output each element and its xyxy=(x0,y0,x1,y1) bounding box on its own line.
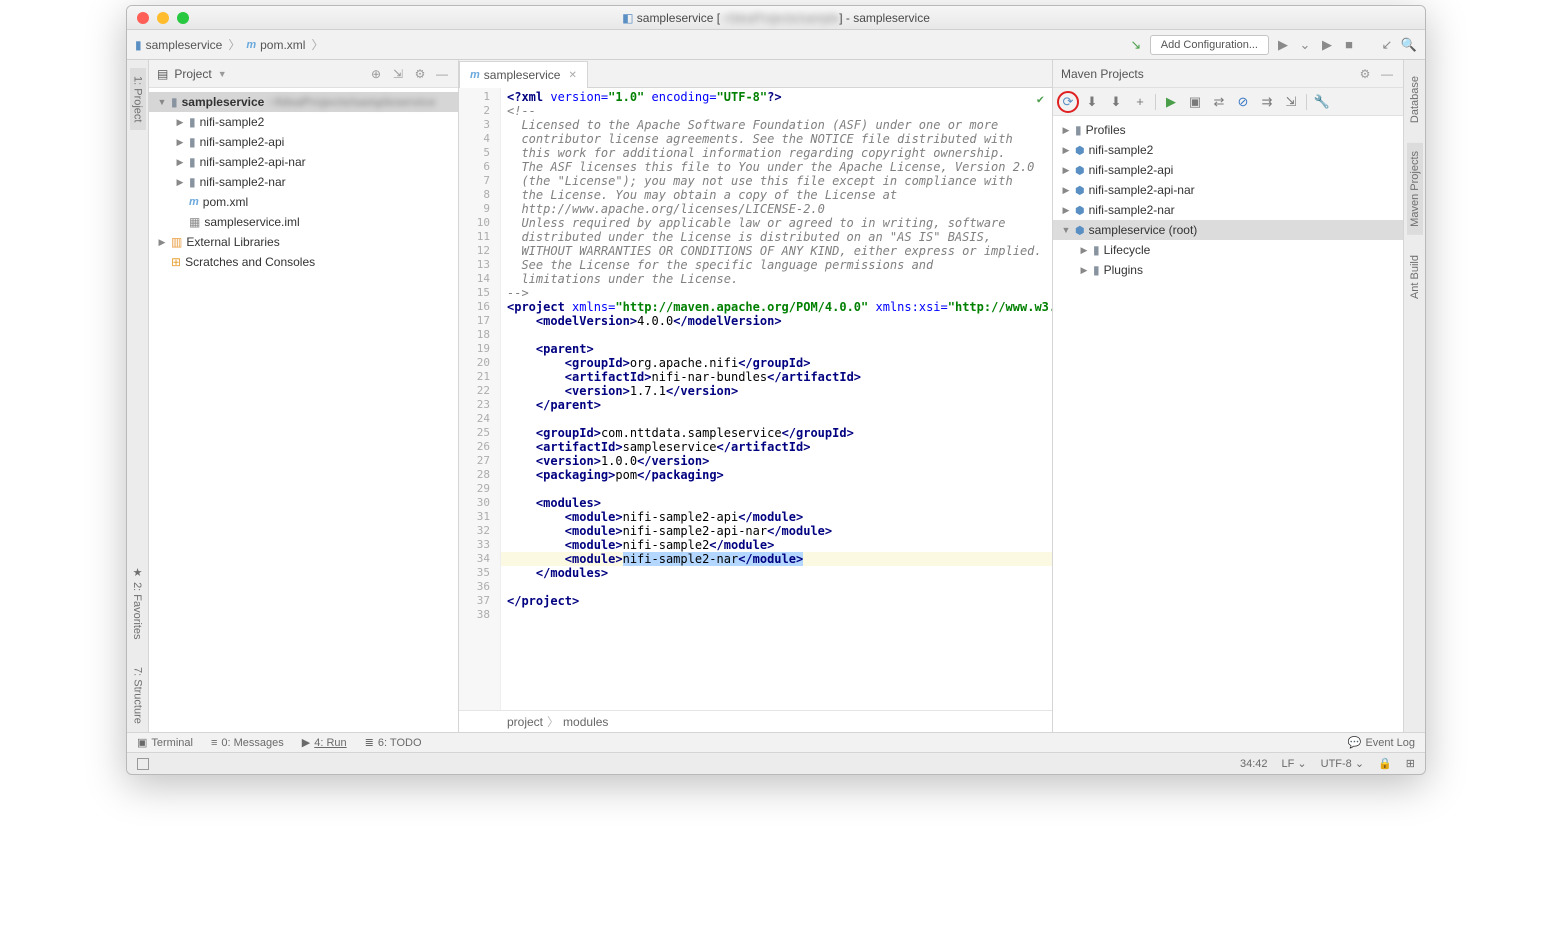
tool-window-bar: ▣ Terminal ≡ 0: Messages ▶ 4: Run ≣ 6: T… xyxy=(127,732,1425,752)
project-node[interactable]: ▶▮nifi-sample2 xyxy=(149,112,458,132)
project-node[interactable]: ▶▮nifi-sample2-api xyxy=(149,132,458,152)
status-icon[interactable] xyxy=(137,758,149,770)
maven-wrench-icon[interactable]: 🔧 xyxy=(1311,91,1333,113)
line-separator[interactable]: LF ⌄ xyxy=(1282,757,1307,770)
debug-icon[interactable]: ⌄ xyxy=(1297,37,1313,53)
maven-node[interactable]: ▶▮Profiles xyxy=(1053,120,1403,140)
maven-node[interactable]: ▶⬢nifi-sample2-api xyxy=(1053,160,1403,180)
hide-icon[interactable]: — xyxy=(434,67,450,81)
project-node[interactable]: mpom.xml xyxy=(149,192,458,212)
maven-node[interactable]: ▶▮Lifecycle xyxy=(1053,240,1403,260)
minimize-icon[interactable] xyxy=(157,12,169,24)
maven-header: Maven Projects xyxy=(1061,67,1144,81)
search-icon[interactable]: 🔍 xyxy=(1401,37,1417,53)
editor-tab[interactable]: msampleservice✕ xyxy=(459,61,588,88)
cursor-position[interactable]: 34:42 xyxy=(1240,758,1268,770)
project-node[interactable]: ▶▥External Libraries xyxy=(149,232,458,252)
messages-button[interactable]: ≡ 0: Messages xyxy=(211,737,284,749)
coverage-icon[interactable]: ▶ xyxy=(1319,37,1335,53)
run-icon[interactable]: ▶ xyxy=(1275,37,1291,53)
gutter-tab-structure[interactable]: 7: Structure xyxy=(130,659,146,732)
editor-breadcrumb[interactable]: project〉modules xyxy=(459,710,1052,732)
run-button[interactable]: ▶ 4: Run xyxy=(302,736,347,749)
gutter-tab-ant[interactable]: Ant Build xyxy=(1407,247,1423,307)
maven-pane: Maven Projects ⚙ — ⟳ ⬇ ⬇ + ▶ ▣ ⇄ ⊘ ⇉ ⇲ 🔧 xyxy=(1053,60,1403,732)
toggle-offline-icon[interactable]: ⇄ xyxy=(1208,91,1230,113)
project-node[interactable]: ▶▮nifi-sample2-api-nar xyxy=(149,152,458,172)
download-icon[interactable]: ⬇ xyxy=(1105,91,1127,113)
settings-icon[interactable]: ⚙ xyxy=(412,67,428,81)
inspection-ok-icon[interactable]: ✔ xyxy=(1037,92,1044,106)
status-bar: 34:42 LF ⌄ UTF-8 ⌄ 🔒 ⊞ xyxy=(127,752,1425,774)
collapse-icon[interactable]: ⇲ xyxy=(390,67,406,81)
maven-node[interactable]: ▼⬢sampleservice (root) xyxy=(1053,220,1403,240)
encoding[interactable]: UTF-8 ⌄ xyxy=(1321,757,1364,770)
gutter-tab-favorites[interactable]: ★ 2: Favorites xyxy=(129,558,146,648)
reimport-icon[interactable]: ⟳ xyxy=(1057,91,1079,113)
project-node[interactable]: ▶▮nifi-sample2-nar xyxy=(149,172,458,192)
window-title: ◧ sampleservice [~/IdeaProjects/sample] … xyxy=(127,11,1425,25)
code-editor[interactable]: 1234567891011121314151617181920212223242… xyxy=(459,88,1052,710)
event-log-button[interactable]: 💬 Event Log xyxy=(1348,736,1415,749)
gutter-tab-maven[interactable]: Maven Projects xyxy=(1407,143,1423,235)
maven-node[interactable]: ▶⬢nifi-sample2 xyxy=(1053,140,1403,160)
breadcrumbs[interactable]: ▮sampleservice 〉 m pom.xml 〉 xyxy=(135,36,325,53)
maven-node[interactable]: ▶▮Plugins xyxy=(1053,260,1403,280)
add-icon[interactable]: + xyxy=(1129,91,1151,113)
target-icon[interactable]: ⊕ xyxy=(368,67,384,81)
add-configuration-button[interactable]: Add Configuration... xyxy=(1150,35,1269,55)
maximize-icon[interactable] xyxy=(177,12,189,24)
project-node[interactable]: ▦sampleservice.iml xyxy=(149,212,458,232)
close-icon[interactable] xyxy=(137,12,149,24)
update-icon[interactable]: ↙ xyxy=(1379,37,1395,53)
close-tab-icon[interactable]: ✕ xyxy=(568,70,576,81)
maven-node[interactable]: ▶⬢nifi-sample2-api-nar xyxy=(1053,180,1403,200)
build-icon[interactable]: ↘ xyxy=(1128,37,1144,53)
run-maven-icon[interactable]: ▶ xyxy=(1160,91,1182,113)
left-gutter: 1: Project ★ 2: Favorites 7: Structure xyxy=(127,60,149,732)
editor-area: msampleservice✕ 123456789101112131415161… xyxy=(459,60,1053,732)
navigation-bar: ▮sampleservice 〉 m pom.xml 〉 ↘ Add Confi… xyxy=(127,30,1425,60)
maven-settings-icon[interactable]: ⚙ xyxy=(1357,67,1373,81)
project-node[interactable]: ⊞Scratches and Consoles xyxy=(149,252,458,272)
todo-button[interactable]: ≣ 6: TODO xyxy=(365,736,422,749)
gutter-tab-project[interactable]: 1: Project xyxy=(130,68,146,130)
right-gutter: Database Maven Projects Ant Build xyxy=(1403,60,1425,732)
collapse-all-icon[interactable]: ⇲ xyxy=(1280,91,1302,113)
generate-sources-icon[interactable]: ⬇ xyxy=(1081,91,1103,113)
maven-node[interactable]: ▶⬢nifi-sample2-nar xyxy=(1053,200,1403,220)
terminal-button[interactable]: ▣ Terminal xyxy=(137,736,193,749)
project-node[interactable]: ▼▮sampleservice ~/IdeaProjects/sampleser… xyxy=(149,92,458,112)
project-pane: ▤Project▼ ⊕ ⇲ ⚙ — ▼▮sampleservice ~/Idea… xyxy=(149,60,459,732)
memory-icon[interactable]: ⊞ xyxy=(1406,757,1415,770)
titlebar: ◧ sampleservice [~/IdeaProjects/sample] … xyxy=(127,6,1425,30)
run-config-icon[interactable]: ▣ xyxy=(1184,91,1206,113)
show-deps-icon[interactable]: ⇉ xyxy=(1256,91,1278,113)
maven-hide-icon[interactable]: — xyxy=(1379,67,1395,81)
readonly-icon[interactable]: 🔒 xyxy=(1378,757,1392,770)
skip-tests-icon[interactable]: ⊘ xyxy=(1232,91,1254,113)
stop-icon[interactable]: ■ xyxy=(1341,37,1357,53)
project-header[interactable]: Project xyxy=(174,67,211,81)
gutter-tab-database[interactable]: Database xyxy=(1407,68,1423,131)
